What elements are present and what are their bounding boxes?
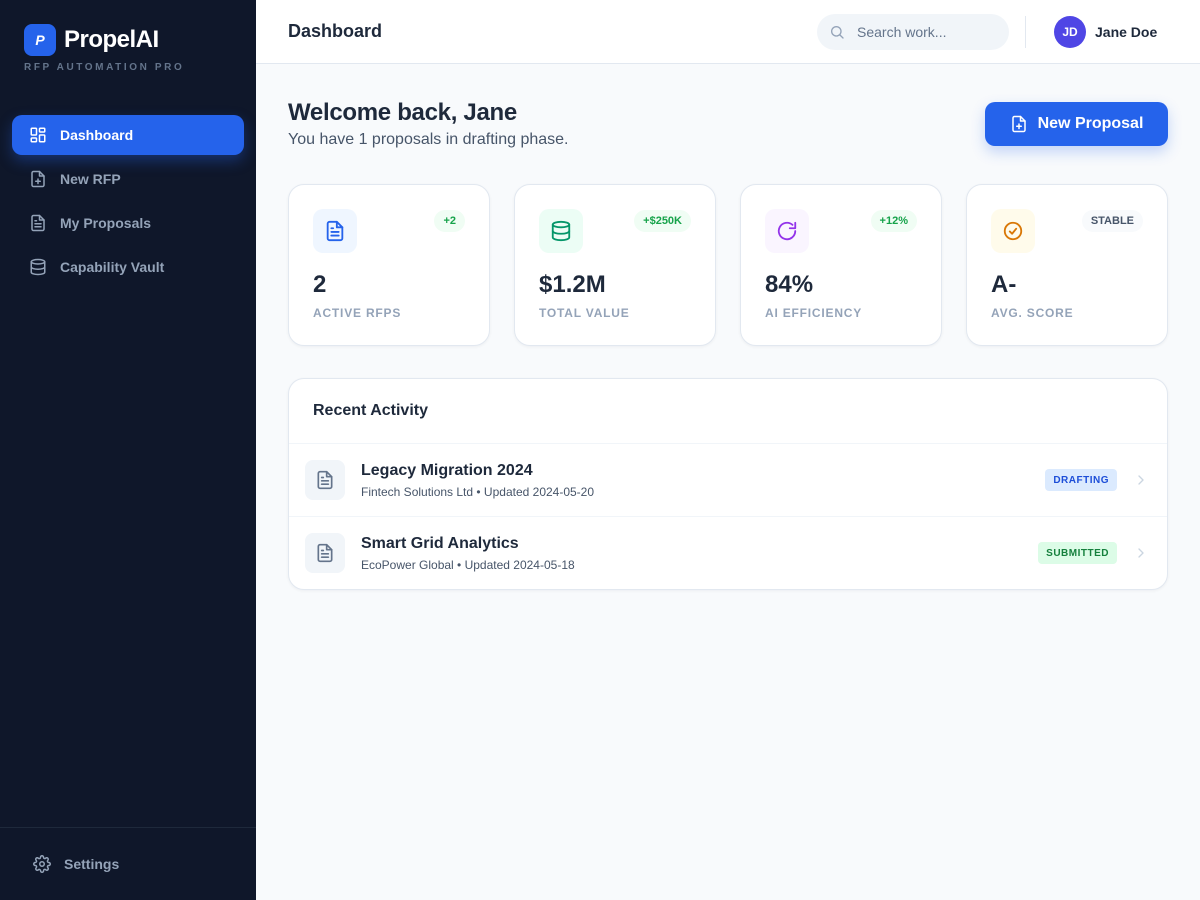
- gear-icon: [32, 854, 52, 874]
- activity-title: Legacy Migration 2024: [361, 462, 533, 479]
- stat-value: $1.2M: [539, 271, 606, 298]
- welcome-heading: Welcome back, Jane: [288, 99, 517, 126]
- brand[interactable]: P PropelAI: [24, 24, 159, 56]
- stat-icon-box: [991, 209, 1035, 253]
- stat-change-badge: STABLE: [1081, 210, 1143, 232]
- file-text-icon: [28, 213, 48, 233]
- status-badge: SUBMITTED: [1038, 542, 1117, 564]
- stat-value: 2: [313, 271, 327, 298]
- dashboard-grid-icon: [28, 125, 48, 145]
- top-header: Dashboard JD Jane Doe: [256, 0, 1200, 64]
- sidebar: P PropelAI RFP AUTOMATION PRO Dashboard …: [0, 0, 256, 900]
- sidebar-item-label: My Proposals: [60, 215, 152, 231]
- stat-card-avg-score[interactable]: STABLE A- AVG. SCORE: [966, 184, 1168, 346]
- activity-title: Smart Grid Analytics: [361, 535, 519, 552]
- stat-value: A-: [991, 271, 1017, 298]
- stats-grid: +2 2 ACTIVE RFPS +$250K $1.2M TOTAL VALU…: [288, 184, 1168, 346]
- settings-label: Settings: [64, 856, 120, 872]
- stat-card-ai-efficiency[interactable]: +12% 84% AI EFFICIENCY: [740, 184, 942, 346]
- welcome-subtitle: You have 1 proposals in drafting phase.: [288, 131, 569, 148]
- file-text-icon: [326, 220, 344, 242]
- sidebar-item-label: Dashboard: [60, 127, 134, 143]
- refresh-icon: [777, 221, 797, 241]
- user-menu[interactable]: JD Jane Doe: [1054, 16, 1157, 48]
- search-input[interactable]: [857, 24, 997, 40]
- stat-icon-box: [539, 209, 583, 253]
- file-plus-icon: [1011, 115, 1026, 133]
- stat-icon-box: [765, 209, 809, 253]
- chevron-right-icon[interactable]: [1133, 472, 1149, 488]
- activity-row[interactable]: Smart Grid Analytics EcoPower Global • U…: [289, 517, 1167, 589]
- stat-change-badge: +2: [434, 210, 465, 232]
- stat-label: AVG. SCORE: [991, 306, 1074, 320]
- stat-label: TOTAL VALUE: [539, 306, 630, 320]
- stat-label: AI EFFICIENCY: [765, 306, 863, 320]
- file-plus-icon: [28, 169, 48, 189]
- document-icon: [305, 533, 345, 573]
- status-badge: DRAFTING: [1045, 469, 1117, 491]
- search-icon: [831, 26, 844, 39]
- settings-link[interactable]: Settings: [0, 827, 256, 900]
- search-bar[interactable]: [817, 14, 1009, 50]
- activity-row[interactable]: Legacy Migration 2024 Fintech Solutions …: [289, 444, 1167, 517]
- stat-change-badge: +12%: [870, 210, 917, 232]
- activity-meta: Fintech Solutions Ltd • Updated 2024-05-…: [361, 485, 595, 499]
- stat-icon-box: [313, 209, 357, 253]
- check-circle-icon: [1003, 221, 1023, 241]
- recent-activity-panel: Recent Activity Legacy Migration 2024 Fi…: [288, 378, 1168, 590]
- sidebar-nav: Dashboard New RFP My Proposals Capabilit…: [12, 115, 244, 291]
- stat-label: ACTIVE RFPS: [313, 306, 402, 320]
- header-divider: [1025, 16, 1026, 48]
- document-icon: [305, 460, 345, 500]
- brand-name: PropelAI: [64, 26, 159, 53]
- sidebar-item-new-rfp[interactable]: New RFP: [12, 159, 244, 199]
- database-icon: [28, 257, 48, 277]
- brand-logo: P: [24, 24, 56, 56]
- new-proposal-button[interactable]: New Proposal: [985, 102, 1168, 146]
- new-proposal-label: New Proposal: [1037, 115, 1144, 132]
- stat-change-badge: +$250K: [634, 210, 691, 232]
- sidebar-item-label: New RFP: [60, 171, 121, 187]
- sidebar-item-my-proposals[interactable]: My Proposals: [12, 203, 244, 243]
- chevron-right-icon[interactable]: [1133, 545, 1149, 561]
- stat-card-active-rfps[interactable]: +2 2 ACTIVE RFPS: [288, 184, 490, 346]
- stat-card-total-value[interactable]: +$250K $1.2M TOTAL VALUE: [514, 184, 716, 346]
- sidebar-item-capability-vault[interactable]: Capability Vault: [12, 247, 244, 287]
- stat-value: 84%: [765, 271, 814, 298]
- sidebar-item-label: Capability Vault: [60, 259, 165, 275]
- brand-subtitle: RFP AUTOMATION PRO: [24, 62, 185, 73]
- page-title: Dashboard: [288, 21, 383, 41]
- database-icon: [551, 220, 571, 242]
- recent-activity-title: Recent Activity: [289, 379, 1167, 444]
- sidebar-item-dashboard[interactable]: Dashboard: [12, 115, 244, 155]
- activity-meta: EcoPower Global • Updated 2024-05-18: [361, 558, 575, 572]
- user-name: Jane Doe: [1095, 24, 1158, 40]
- avatar: JD: [1054, 16, 1086, 48]
